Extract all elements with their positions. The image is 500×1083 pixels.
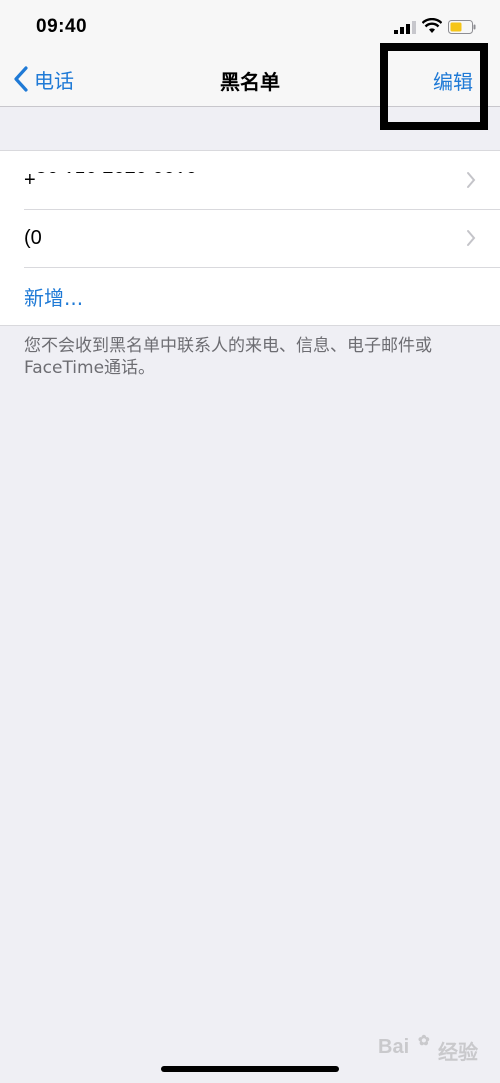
add-new-button[interactable]: 新增... (0, 267, 500, 325)
chevron-right-icon (467, 172, 476, 188)
list-item[interactable]: (0 (0, 209, 500, 267)
home-indicator[interactable] (161, 1066, 339, 1072)
add-new-label: 新增... (24, 285, 84, 310)
cellular-signal-icon (394, 21, 416, 34)
footer-note: 您不会收到黑名单中联系人的来电、信息、电子邮件或FaceTime通话。 (24, 336, 432, 378)
chevron-right-icon (467, 230, 476, 246)
redaction-overlay (36, 173, 354, 211)
battery-icon (448, 20, 476, 34)
status-time: 09:40 (36, 16, 88, 37)
wifi-icon (422, 18, 442, 33)
highlight-box (380, 43, 488, 130)
blocked-number: (0 (24, 226, 42, 249)
list-item[interactable]: +86 150 7070 0010 (0, 151, 500, 211)
baidu-watermark-logo: Bai ✿ 经验 (378, 1032, 478, 1064)
blocked-contacts-list: +86 150 7070 0010 (0 新增... (0, 150, 500, 326)
